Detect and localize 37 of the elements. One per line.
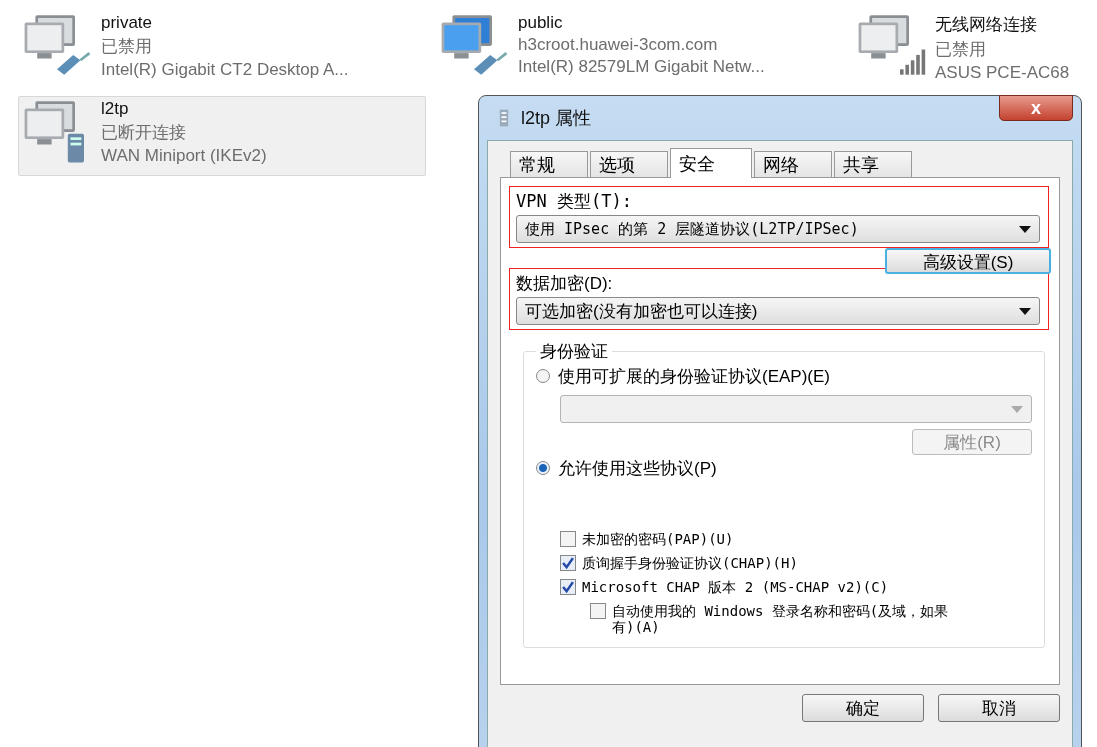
connection-item[interactable]: l2tp 已断开连接 WAN Miniport (IKEv2)	[18, 96, 426, 176]
connection-name: 无线网络连接	[935, 14, 1038, 36]
adapter-name: WAN Miniport (IKEv2)	[101, 146, 267, 166]
connection-name: l2tp	[101, 99, 130, 119]
check-icon	[561, 580, 575, 594]
encryption-dropdown[interactable]: 可选加密(没有加密也可以连接)	[516, 297, 1040, 325]
adapter-name: Intel(R) Gigabit CT2 Desktop A...	[101, 60, 349, 80]
close-button[interactable]: x	[999, 95, 1073, 121]
tab[interactable]: 安全	[670, 148, 752, 178]
tab[interactable]: 常规	[510, 151, 588, 177]
checkbox-option[interactable]: 质询握手身份验证协议(CHAP)(H)	[560, 555, 1032, 573]
checkbox-option[interactable]: Microsoft CHAP 版本 2 (MS-CHAP v2)(C)	[560, 579, 1032, 597]
tab[interactable]: 选项	[590, 151, 668, 177]
connection-status: 已断开连接	[101, 122, 187, 144]
connection-name: private	[101, 13, 154, 33]
tab[interactable]: 网络	[754, 151, 832, 177]
server-icon	[499, 108, 509, 128]
adapter-name: ASUS PCE-AC68	[935, 63, 1070, 83]
dialog-button[interactable]: 取消	[938, 694, 1060, 722]
connection-status: h3croot.huawei-3com.com	[518, 35, 719, 55]
tab[interactable]: 共享	[834, 151, 912, 177]
group-title: 身份验证	[539, 341, 609, 363]
advanced-settings-button[interactable]: 高级设置(S)	[885, 248, 1051, 274]
field-label: VPN 类型(T):	[516, 190, 633, 213]
connection-status: 已禁用	[935, 39, 987, 61]
adapter-name: Intel(R) 82579LM Gigabit Netw...	[518, 57, 765, 77]
connection-name: public	[518, 13, 564, 33]
field-label: 数据加密(D):	[516, 273, 614, 295]
connection-status: 已禁用	[101, 36, 153, 58]
check-icon	[561, 556, 575, 570]
radio-option[interactable]: 使用可扩展的身份验证协议(EAP)(E)	[536, 363, 1032, 389]
checkbox-option[interactable]: 未加密的密码(PAP)(U)	[560, 531, 1032, 549]
radio-option[interactable]: 允许使用这些协议(P)	[536, 455, 1032, 481]
checkbox-option[interactable]: 自动使用我的 Windows 登录名称和密码(及域，如果有)(A)	[560, 603, 1032, 636]
dialog-button[interactable]: 确定	[802, 694, 924, 722]
vpn-type-dropdown[interactable]: 使用 IPsec 的第 2 层隧道协议(L2TP/IPSec)	[516, 215, 1040, 243]
window-title: l2tp 属性	[521, 107, 593, 130]
